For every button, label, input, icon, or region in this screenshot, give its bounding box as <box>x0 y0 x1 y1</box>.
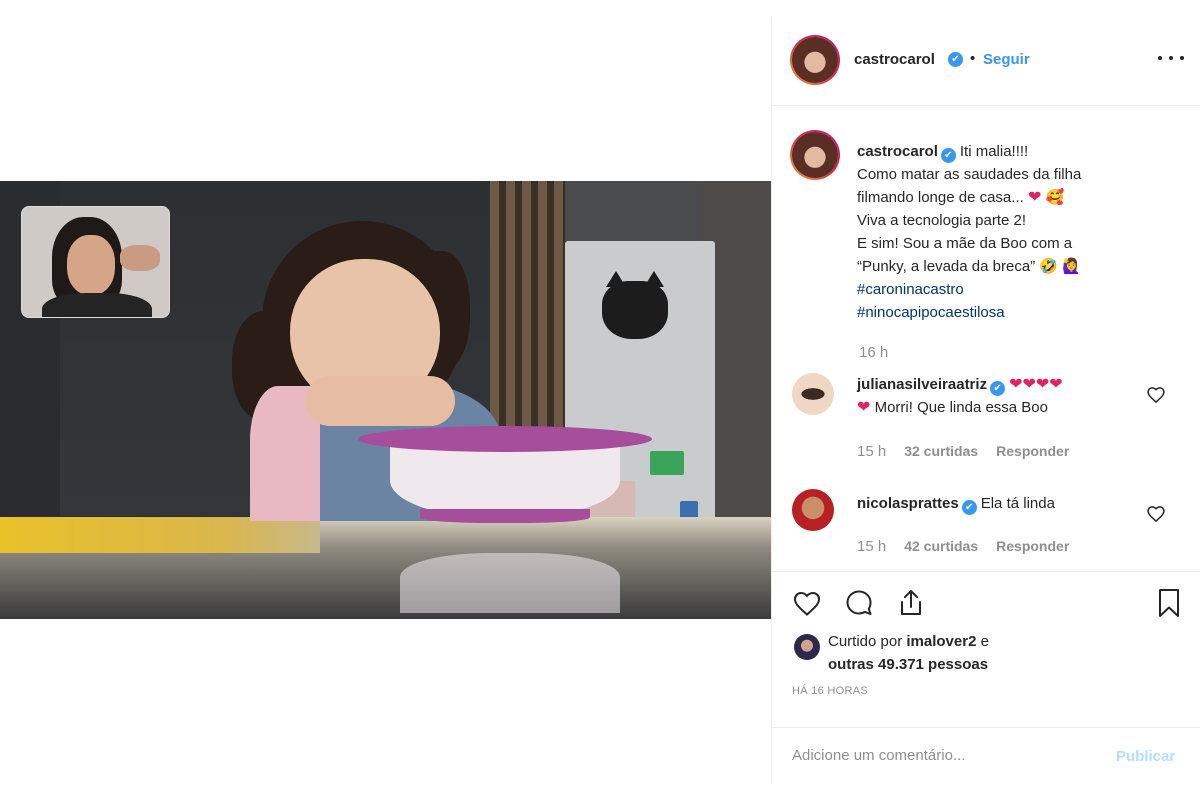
red-heart-emoji: ❤ <box>857 399 871 416</box>
comment-likes[interactable]: 42 curtidas <box>904 538 978 554</box>
publish-button[interactable]: Publicar <box>1116 748 1175 765</box>
post-header: castrocarol ✔ • Seguir <box>772 17 1200 106</box>
liked-by-prefix: Curtido por <box>828 633 903 650</box>
comment-meta: 15 h 42 curtidas Responder <box>857 538 1069 555</box>
liker-username[interactable]: imalover2 <box>906 633 976 650</box>
verified-icon: ✔ <box>940 148 956 163</box>
post-photo[interactable] <box>0 181 771 619</box>
like-comment-heart-icon[interactable] <box>1146 385 1166 405</box>
caption-line-4: Viva a tecnologia parte 2! <box>857 212 1027 229</box>
hashtag-link[interactable]: #caroninacastro <box>857 278 1187 301</box>
separator-dot: • <box>970 50 976 67</box>
hashtag-link[interactable]: #ninocapipocaestilosa <box>857 301 1187 324</box>
ellipsis-dot <box>1158 56 1162 60</box>
add-comment-form: Publicar <box>772 727 1200 785</box>
follow-button[interactable]: Seguir <box>983 51 1030 68</box>
photo-bowl-base <box>420 509 590 523</box>
photo-cat-magnet <box>602 271 668 339</box>
caption-time[interactable]: 16 h <box>859 344 888 361</box>
caption-line-2: Como matar as saudades da filha <box>857 166 1082 183</box>
comment-likes[interactable]: 32 curtidas <box>904 443 978 459</box>
pip-face <box>67 235 115 295</box>
photo-yellow-surface <box>0 517 320 553</box>
verified-icon: ✔ <box>961 500 977 515</box>
reply-button[interactable]: Responder <box>996 538 1069 554</box>
media-area <box>0 0 771 800</box>
hearts-emoji: ❤❤❤❤ <box>1009 376 1063 393</box>
caption-line-3-row: filmando longe de casa... ❤ 🥰 <box>857 186 1187 209</box>
liked-by-conj: e <box>980 633 989 650</box>
laughing-emoji: 🤣 <box>1039 258 1059 275</box>
caption-username[interactable]: castrocarol <box>857 143 938 160</box>
caption-line-1: Iti malia!!!! <box>959 143 1029 160</box>
avatar-image <box>792 37 838 83</box>
pip-hand <box>120 245 160 271</box>
comments-list[interactable]: castrocarol ✔ Iti malia!!!! Como matar as … <box>772 107 1200 570</box>
caption-text: castrocarol ✔ Iti malia!!!! Como matar as … <box>857 140 1187 324</box>
caption-avatar[interactable] <box>790 130 840 180</box>
photo-girl-hands <box>305 376 455 426</box>
video-call-thumbnail <box>21 206 170 318</box>
comment-text: Morri! Que linda essa Boo <box>874 399 1048 416</box>
comment-meta: 15 h 32 curtidas Responder <box>857 443 1069 460</box>
commenter-username[interactable]: julianasilveiraatriz <box>857 376 987 393</box>
ellipsis-icon[interactable] <box>1158 48 1184 68</box>
comment-time[interactable]: 15 h <box>857 538 886 555</box>
red-heart-emoji: ❤ <box>1027 189 1042 206</box>
caption-line-6-row: “Punky, a levada da breca” 🤣 🙋‍♀️ <box>857 255 1187 278</box>
comment-text: Ela tá linda <box>980 495 1055 512</box>
smiling-hearts-emoji: 🥰 <box>1045 189 1065 206</box>
photo-bowl-rim <box>358 426 652 452</box>
ellipsis-dot <box>1180 56 1184 60</box>
bookmark-icon[interactable] <box>1152 586 1186 620</box>
commenter-avatar[interactable] <box>792 489 834 531</box>
liked-by-text: Curtido por imalover2 e outras 49.371 pe… <box>828 630 989 676</box>
verified-icon: ✔ <box>948 52 963 67</box>
comment-input[interactable] <box>792 747 1092 764</box>
comment-body: julianasilveiraatriz ✔ ❤❤❤❤ ❤ Morri! Que l… <box>857 373 1147 419</box>
likes-count[interactable]: outras 49.371 pessoas <box>828 656 988 673</box>
caption-first-line: castrocarol ✔ Iti malia!!!! <box>857 140 1187 163</box>
raising-hand-emoji: 🙋‍♀️ <box>1062 258 1081 275</box>
ellipsis-dot <box>1169 56 1173 60</box>
author-username[interactable]: castrocarol <box>854 51 935 68</box>
photo-bowl-reflection <box>400 553 620 613</box>
post-actions: Curtido por imalover2 e outras 49.371 pe… <box>772 571 1200 784</box>
share-icon[interactable] <box>894 586 928 620</box>
comment-body: nicolasprattes ✔ Ela tá linda <box>857 492 1147 515</box>
author-avatar[interactable] <box>790 35 840 85</box>
post-timestamp[interactable]: HÁ 16 HORAS <box>792 685 868 697</box>
liker-avatar[interactable] <box>794 634 820 660</box>
commenter-avatar[interactable] <box>792 373 834 415</box>
caption-line-5: E sim! Sou a mãe da Boo com a <box>857 235 1073 252</box>
like-comment-heart-icon[interactable] <box>1146 504 1166 524</box>
pip-shirt <box>42 293 152 317</box>
avatar-image <box>792 132 838 178</box>
photo-magnet <box>650 451 684 475</box>
caption-line-3: filmando longe de casa... <box>857 189 1024 206</box>
verified-icon: ✔ <box>990 381 1006 396</box>
post-side-panel: castrocarol ✔ • Seguir castrocarol ✔ Iti m… <box>771 17 1200 784</box>
comment-time[interactable]: 15 h <box>857 443 886 460</box>
reply-button[interactable]: Responder <box>996 443 1069 459</box>
comment-icon[interactable] <box>842 586 876 620</box>
caption-line-6: “Punky, a levada da breca” <box>857 258 1036 275</box>
heart-icon[interactable] <box>790 586 824 620</box>
commenter-username[interactable]: nicolasprattes <box>857 495 959 512</box>
